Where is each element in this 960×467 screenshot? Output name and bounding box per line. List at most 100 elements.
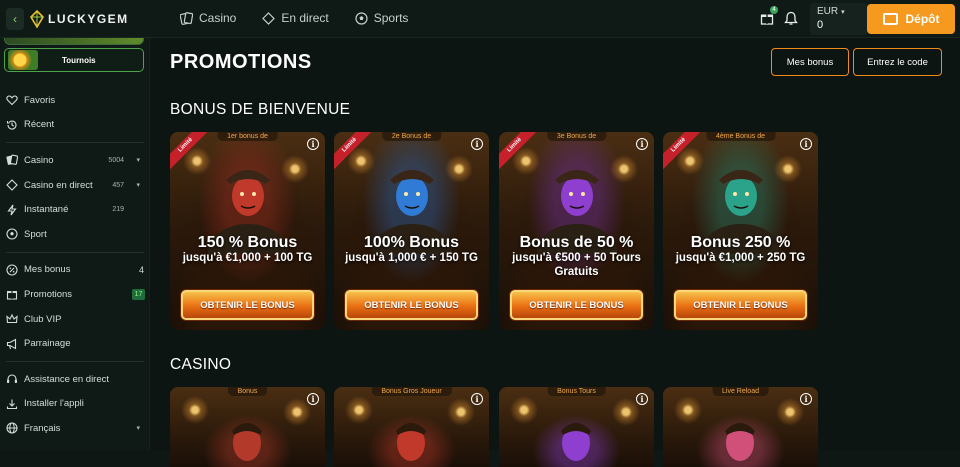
sidebar-tile-partial[interactable] <box>4 38 144 45</box>
main-content: PROMOTIONS Mes bonus Entrez le code BONU… <box>150 38 960 467</box>
lightning-icon <box>7 204 17 216</box>
deposit-button[interactable]: Dépôt <box>867 4 955 34</box>
bell-icon[interactable] <box>784 11 798 26</box>
casino-bonus-card[interactable]: Bonus Gros Joueur i <box>334 387 489 467</box>
card-tag: 1er bonus de <box>217 132 278 141</box>
sidebar-item-live-casino[interactable]: Casino en direct 457 ▾ <box>0 173 150 198</box>
chevron-down-icon[interactable]: ▾ <box>136 424 140 432</box>
casino-bonus-card[interactable]: Bonus Tours i <box>499 387 654 467</box>
enter-code-button[interactable]: Entrez le code <box>853 48 942 76</box>
sidebar-item-label: Récent <box>24 119 55 131</box>
deposit-label: Dépôt <box>905 12 940 26</box>
bonus-headline: 150 % Bonus <box>197 234 298 251</box>
language-selector[interactable]: Français ▾ <box>0 416 150 441</box>
heart-icon <box>6 95 18 106</box>
get-bonus-button[interactable]: OBTENIR LE BONUS <box>674 290 807 320</box>
game-count: 457 <box>112 181 124 189</box>
chevron-down-icon[interactable]: ▾ <box>136 181 140 189</box>
card-tag: 3e Bonus de <box>546 132 607 141</box>
football-icon <box>6 228 18 240</box>
nav-live-label: En direct <box>281 11 329 25</box>
sidebar-item-referral[interactable]: Parrainage <box>0 331 150 356</box>
card-tag: 2e Bonus de <box>381 132 442 141</box>
info-icon[interactable]: i <box>636 393 648 405</box>
bonus-details: jusqu'à 1,000 € + 150 TG <box>345 252 478 264</box>
info-icon[interactable]: i <box>471 393 483 405</box>
my-bonus-button[interactable]: Mes bonus <box>771 48 849 76</box>
get-bonus-button[interactable]: OBTENIR LE BONUS <box>510 290 643 320</box>
welcome-bonus-card[interactable]: 1er bonus de Limité i 150 % Bonus jusqu'… <box>170 132 325 330</box>
bonus-details: jusqu'à €1,000 + 100 TG <box>182 252 313 264</box>
sidebar-item-favoris[interactable]: Favoris <box>0 88 150 113</box>
sidebar-divider <box>6 360 144 362</box>
casino-bonus-card[interactable]: Bonus i <box>170 387 325 467</box>
sidebar-item-install-app[interactable]: Installer l'appli <box>0 392 150 417</box>
bonus-headline: 100% Bonus <box>363 234 460 251</box>
welcome-bonus-card[interactable]: 4ème Bonus de Limité i Bonus 250 % jusqu… <box>663 132 818 330</box>
info-icon[interactable]: i <box>307 138 319 150</box>
sidebar-item-label: Club VIP <box>24 313 62 325</box>
tournois-label: Tournois <box>62 55 96 65</box>
history-icon <box>6 120 17 130</box>
football-icon <box>355 11 368 25</box>
nav-sports[interactable]: Sports <box>355 11 408 25</box>
coins-icon <box>8 50 38 70</box>
globe-icon <box>6 422 18 434</box>
character-illustration <box>396 423 426 461</box>
chandelier-light <box>509 395 539 425</box>
welcome-bonus-card[interactable]: 2e Bonus de Limité i 100% Bonus jusqu'à … <box>334 132 489 330</box>
sidebar-item-promotions[interactable]: Promotions 17 <box>0 282 150 307</box>
sidebar-item-recent[interactable]: Récent <box>0 113 150 138</box>
get-bonus-button[interactable]: OBTENIR LE BONUS <box>181 290 314 320</box>
live-icon <box>6 179 18 191</box>
sidebar-item-my-bonus[interactable]: Mes bonus 4 <box>0 258 150 283</box>
game-count: 5004 <box>108 156 124 164</box>
game-count: 219 <box>112 206 124 214</box>
chevron-down-icon[interactable]: ▾ <box>136 156 140 164</box>
info-icon[interactable]: i <box>800 138 812 150</box>
info-icon[interactable]: i <box>471 138 483 150</box>
nav-live[interactable]: En direct <box>262 11 329 25</box>
caret-down-icon: ▾ <box>841 8 845 16</box>
collapse-sidebar-button[interactable]: ‹ <box>6 8 24 30</box>
tournois-tile[interactable]: Tournois <box>4 48 144 72</box>
sidebar-item-label: Promotions <box>24 288 73 300</box>
nav-casino[interactable]: Casino <box>180 11 236 25</box>
wallet-icon <box>882 13 898 25</box>
get-bonus-button[interactable]: OBTENIR LE BONUS <box>345 290 478 320</box>
bonus-details: jusqu'à €1,000 + 250 TG <box>675 252 806 264</box>
logo-text: LUCKYGEM <box>48 12 129 26</box>
megaphone-icon <box>6 338 17 350</box>
welcome-bonus-card[interactable]: 3e Bonus de Limité i Bonus de 50 % jusqu… <box>499 132 654 330</box>
crown-icon <box>6 313 18 324</box>
main-nav: Casino En direct Sports <box>180 11 408 25</box>
balance-selector[interactable]: EUR ▾ 0 <box>810 3 868 35</box>
chandelier-light <box>180 395 210 425</box>
sidebar-divider <box>6 142 144 144</box>
sidebar-divider <box>6 251 144 253</box>
sidebar-item-vip[interactable]: Club VIP <box>0 307 150 332</box>
sidebar-item-label: Installer l'appli <box>24 398 84 410</box>
sidebar-item-sport[interactable]: Sport <box>0 222 150 247</box>
gem-logo-icon <box>30 10 44 28</box>
card-tag: 4ème Bonus de <box>705 132 776 141</box>
info-icon[interactable]: i <box>800 393 812 405</box>
info-icon[interactable]: i <box>307 393 319 405</box>
card-tag: Bonus Gros Joueur <box>371 387 452 396</box>
download-icon <box>6 399 18 409</box>
character-illustration <box>561 423 591 461</box>
casino-bonus-card[interactable]: Live Reload i <box>663 387 818 467</box>
sidebar-item-label: Mes bonus <box>24 264 71 276</box>
balance-amount: 0 <box>817 19 824 31</box>
sidebar-item-casino[interactable]: Casino 5004 ▾ <box>0 148 150 173</box>
sidebar-item-support[interactable]: Assistance en direct <box>0 367 150 392</box>
sidebar-item-instant[interactable]: Instantané 219 <box>0 197 150 222</box>
percent-icon <box>6 264 18 276</box>
sidebar-item-label: Instantané <box>24 204 69 216</box>
bonus-headline: Bonus de 50 % <box>519 234 634 251</box>
logo[interactable]: LUCKYGEM <box>30 10 129 28</box>
info-icon[interactable]: i <box>636 138 648 150</box>
chevron-left-icon: ‹ <box>13 12 17 26</box>
bonus-count: 4 <box>138 264 144 275</box>
card-tag: Bonus Tours <box>547 387 606 396</box>
